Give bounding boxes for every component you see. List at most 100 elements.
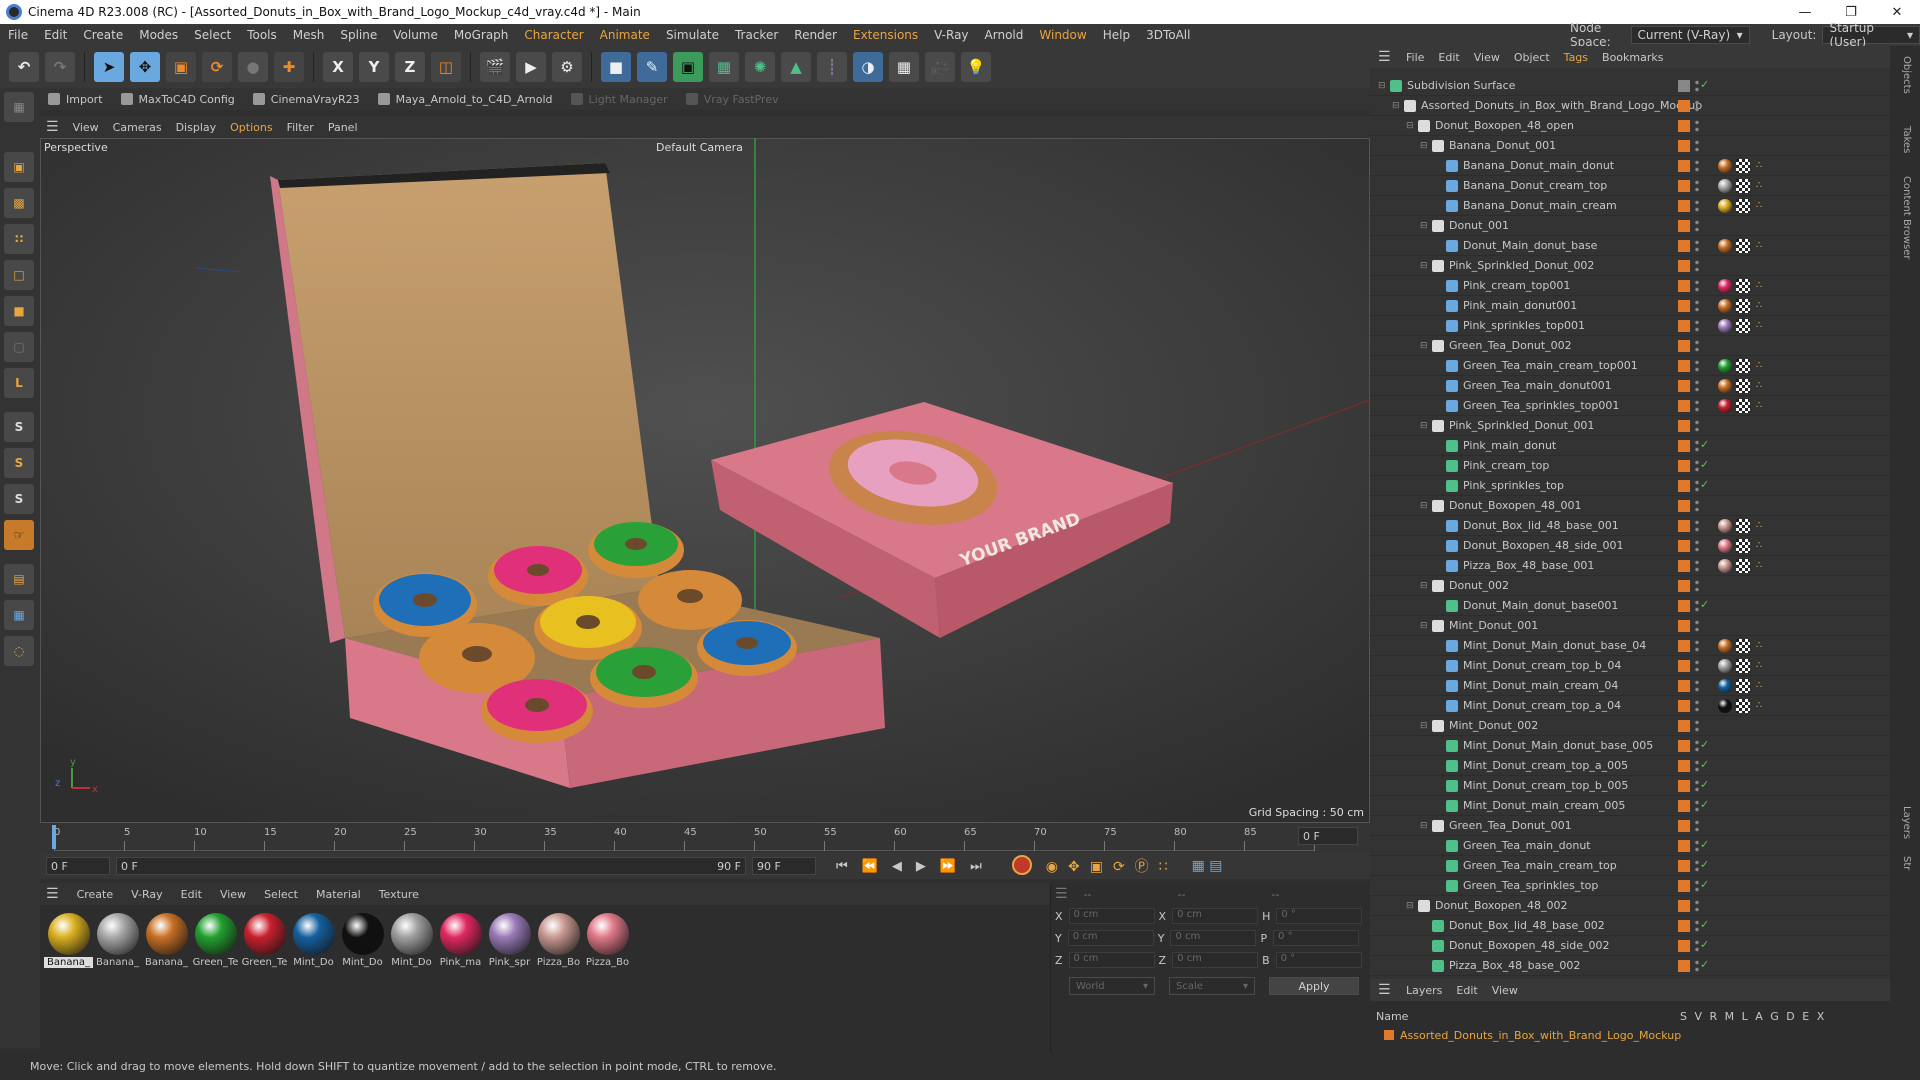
model-mode-icon[interactable]: ▦ (4, 92, 34, 122)
object-row[interactable]: ⊟ Banana_Donut_001 (1370, 136, 1890, 156)
hamburger-icon[interactable]: ☰ (46, 119, 59, 135)
uvw-tag-icon[interactable] (1736, 199, 1750, 213)
enabled-check-icon[interactable]: ✓ (1700, 858, 1709, 871)
visibility-dots-icon[interactable] (1694, 159, 1700, 173)
material-tag-icon[interactable] (1718, 659, 1732, 673)
layer-color-icon[interactable] (1678, 820, 1690, 832)
object-menu-bookmarks[interactable]: Bookmarks (1602, 51, 1663, 64)
node-space-dropdown[interactable]: Current (V-Ray) ▾ (1630, 26, 1750, 44)
timeline[interactable]: 051015202530354045505560657075808590 0 F (40, 823, 1370, 853)
h-rotation-field[interactable]: 0 ° (1276, 908, 1363, 924)
world-dropdown[interactable]: World ▾ (1069, 977, 1155, 995)
p-rotation-field[interactable]: 0 ° (1273, 930, 1360, 946)
visibility-dots-icon[interactable] (1694, 239, 1700, 253)
layer-color-icon[interactable] (1678, 920, 1690, 932)
light-icon[interactable]: 💡 (961, 52, 991, 82)
phong-tag-icon[interactable]: ∴ (1756, 380, 1766, 391)
menu-volume[interactable]: Volume (385, 28, 446, 42)
expand-icon[interactable]: ⊟ (1392, 101, 1404, 111)
phong-tag-icon[interactable]: ∴ (1756, 180, 1766, 191)
menu-create[interactable]: Create (75, 28, 131, 42)
object-row[interactable]: ⊟ Donut_Boxopen_48_open (1370, 116, 1890, 136)
menu-character[interactable]: Character (516, 28, 591, 42)
y-axis-icon[interactable]: Y (359, 52, 389, 82)
object-menu-object[interactable]: Object (1514, 51, 1550, 64)
visibility-dots-icon[interactable] (1694, 399, 1700, 413)
workplane-icon[interactable]: ▤ (4, 564, 34, 594)
object-row[interactable]: ⊟ Mint_Donut_002 (1370, 716, 1890, 736)
render-picture-viewer-icon[interactable]: ▶ (516, 52, 546, 82)
layer-color-icon[interactable] (1678, 180, 1690, 192)
key-tools-icons[interactable]: ◉✥▣⟳Ⓟ∷ (1046, 856, 1178, 876)
side-tab-takes[interactable]: Takes (1901, 126, 1912, 153)
uvw-tag-icon[interactable] (1736, 559, 1750, 573)
phong-tag-icon[interactable]: ∴ (1756, 400, 1766, 411)
material-tag-icon[interactable] (1718, 539, 1732, 553)
phong-tag-icon[interactable]: ∴ (1756, 160, 1766, 171)
material-swatch[interactable]: Mint_Do (338, 911, 387, 968)
material-tag-icon[interactable] (1718, 179, 1732, 193)
viewport-menu-filter[interactable]: Filter (287, 121, 314, 134)
floor-icon[interactable]: ▦ (889, 52, 919, 82)
object-menu-tags[interactable]: Tags (1564, 51, 1588, 64)
menu-spline[interactable]: Spline (332, 28, 385, 42)
material-tag-icon[interactable] (1718, 379, 1732, 393)
phong-tag-icon[interactable]: ∴ (1756, 200, 1766, 211)
uvw-tag-icon[interactable] (1736, 379, 1750, 393)
phong-tag-icon[interactable]: ∴ (1756, 520, 1766, 531)
y-position-field[interactable]: 0 cm (1067, 930, 1154, 946)
material-menu-material[interactable]: Material (316, 888, 361, 901)
texture-mode-icon[interactable]: ▩ (4, 188, 34, 218)
object-menu-view[interactable]: View (1474, 51, 1500, 64)
object-row[interactable]: Green_Tea_main_cream_top ✓ (1370, 856, 1890, 876)
layer-color-icon[interactable] (1678, 140, 1690, 152)
subdivision-icon[interactable]: ▣ (673, 52, 703, 82)
visibility-dots-icon[interactable] (1694, 379, 1700, 393)
visibility-dots-icon[interactable] (1694, 139, 1700, 153)
uvw-tag-icon[interactable] (1736, 179, 1750, 193)
visibility-dots-icon[interactable] (1694, 319, 1700, 333)
material-tag-icon[interactable] (1718, 639, 1732, 653)
object-row[interactable]: ⊟ Green_Tea_Donut_002 (1370, 336, 1890, 356)
enabled-check-icon[interactable]: ✓ (1700, 838, 1709, 851)
layer-color-icon[interactable] (1678, 400, 1690, 412)
layer-color-icon[interactable] (1678, 880, 1690, 892)
material-swatch[interactable]: Pizza_Bo (534, 911, 583, 968)
visibility-dots-icon[interactable] (1694, 279, 1700, 293)
cinemavray-button[interactable]: CinemaVrayR23 (252, 93, 360, 106)
move-icon[interactable]: ✥ (130, 52, 160, 82)
enabled-check-icon[interactable]: ✓ (1700, 438, 1709, 451)
layer-color-icon[interactable] (1678, 840, 1690, 852)
material-swatch[interactable]: Pink_spr (485, 911, 534, 968)
enabled-check-icon[interactable]: ✓ (1700, 878, 1709, 891)
record-icon[interactable] (1011, 854, 1032, 878)
layer-color-icon[interactable] (1678, 260, 1690, 272)
phong-tag-icon[interactable]: ∴ (1756, 360, 1766, 371)
material-swatch[interactable]: Green_Te (191, 911, 240, 968)
side-tab-content-browser[interactable]: Content Browser (1901, 176, 1912, 259)
material-menu-select[interactable]: Select (264, 888, 298, 901)
uvw-tag-icon[interactable] (1736, 679, 1750, 693)
uvw-tag-icon[interactable] (1736, 539, 1750, 553)
layer-color-icon[interactable] (1678, 580, 1690, 592)
timeline-ruler[interactable]: 051015202530354045505560657075808590 (54, 827, 1327, 851)
object-row[interactable]: Mint_Donut_main_cream_005 ✓ (1370, 796, 1890, 816)
object-row[interactable]: ⊟ Donut_001 (1370, 216, 1890, 236)
hamburger-icon[interactable]: ☰ (46, 886, 59, 902)
deformer-icon[interactable]: ▲ (781, 52, 811, 82)
object-row[interactable]: Donut_Boxopen_48_side_001 ∴ (1370, 536, 1890, 556)
edges-mode-icon[interactable]: □ (4, 260, 34, 290)
b-rotation-field[interactable]: 0 ° (1275, 952, 1362, 968)
object-row[interactable]: Pink_main_donut001 ∴ (1370, 296, 1890, 316)
apply-button[interactable]: Apply (1269, 977, 1359, 995)
menu-arnold[interactable]: Arnold (977, 28, 1032, 42)
visibility-dots-icon[interactable] (1694, 899, 1700, 913)
enabled-check-icon[interactable]: ✓ (1700, 938, 1709, 951)
object-row[interactable]: Pink_sprinkles_top001 ∴ (1370, 316, 1890, 336)
grid-icon[interactable]: ▦ (4, 600, 34, 630)
material-menu-edit[interactable]: Edit (181, 888, 202, 901)
object-row[interactable]: Banana_Donut_main_donut ∴ (1370, 156, 1890, 176)
render-settings-icon[interactable]: ⚙ (552, 52, 582, 82)
visibility-dots-icon[interactable] (1694, 499, 1700, 513)
snap-settings-icon[interactable]: S (4, 448, 34, 478)
